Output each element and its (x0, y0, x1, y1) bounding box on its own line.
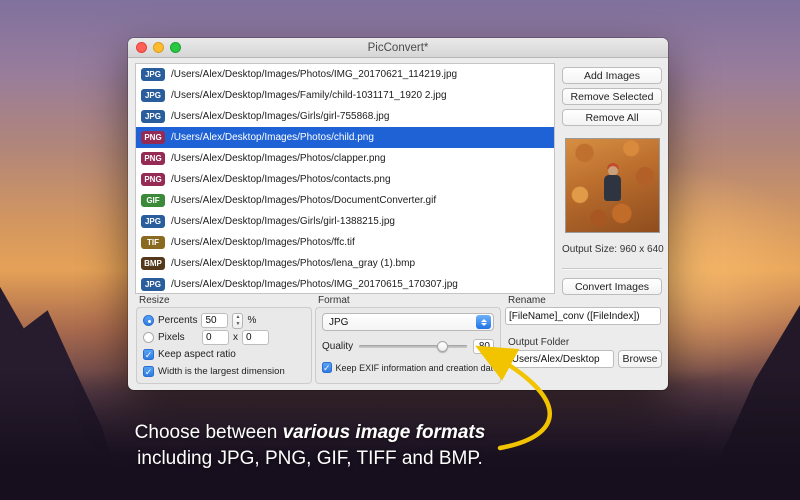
window-title: PicConvert* (367, 41, 429, 54)
width-largest-label: Width is the largest dimension (158, 366, 285, 377)
format-badge: JPG (141, 68, 165, 81)
percents-stepper[interactable]: ▲ ▼ (232, 312, 244, 329)
format-badge: JPG (141, 215, 165, 228)
format-dropdown[interactable]: JPG (322, 313, 494, 331)
dropdown-arrows-icon (476, 315, 491, 329)
keep-exif-checkbox[interactable] (322, 362, 332, 373)
preview-thumbnail (565, 138, 660, 233)
file-row[interactable]: JPG /Users/Alex/Desktop/Images/Family/ch… (136, 85, 554, 106)
width-largest-checkbox[interactable] (143, 366, 154, 377)
file-row[interactable]: PNG /Users/Alex/Desktop/Images/Photos/cl… (136, 148, 554, 169)
format-badge: TIF (141, 236, 165, 249)
file-row[interactable]: PNG /Users/Alex/Desktop/Images/Photos/co… (136, 169, 554, 190)
slider-knob[interactable] (436, 341, 448, 352)
titlebar[interactable]: PicConvert* (128, 38, 668, 58)
file-path: /Users/Alex/Desktop/Images/Photos/lena_g… (171, 258, 415, 269)
pixels-radio[interactable] (143, 332, 154, 343)
right-column-divider (562, 268, 662, 269)
thumbnail-child-body (604, 175, 621, 201)
quality-slider[interactable] (359, 341, 467, 352)
stepper-down-icon[interactable]: ▼ (233, 321, 242, 328)
file-row[interactable]: JPG /Users/Alex/Desktop/Images/Photos/IM… (136, 274, 554, 293)
format-dropdown-value: JPG (329, 316, 349, 328)
file-row[interactable]: TIF /Users/Alex/Desktop/Images/Photos/ff… (136, 232, 554, 253)
traffic-lights (136, 42, 181, 53)
zoom-button[interactable] (170, 42, 181, 53)
file-row[interactable]: GIF /Users/Alex/Desktop/Images/Photos/Do… (136, 190, 554, 211)
caption-text: Choose between various image formats inc… (60, 420, 560, 471)
output-folder-input[interactable] (505, 350, 614, 368)
keep-exif-label: Keep EXIF information and creation date (335, 362, 499, 373)
file-path: /Users/Alex/Desktop/Images/Photos/Docume… (171, 195, 437, 206)
close-button[interactable] (136, 42, 147, 53)
format-badge: JPG (141, 278, 165, 291)
file-path: /Users/Alex/Desktop/Images/Photos/IMG_20… (171, 69, 458, 80)
file-path: /Users/Alex/Desktop/Images/Photos/ffc.ti… (171, 237, 355, 248)
file-row[interactable]: JPG /Users/Alex/Desktop/Images/Girls/gir… (136, 106, 554, 127)
file-path: /Users/Alex/Desktop/Images/Girls/girl-13… (171, 216, 395, 227)
picconvert-window: PicConvert* JPG /Users/Alex/Desktop/Imag… (128, 38, 668, 390)
caption-line1-normal: Choose between (134, 422, 283, 443)
file-row[interactable]: JPG /Users/Alex/Desktop/Images/Photos/IM… (136, 64, 554, 85)
caption-line2: including JPG, PNG, GIF, TIFF and BMP. (137, 447, 483, 469)
stepper-up-icon[interactable]: ▲ (233, 314, 242, 321)
format-badge: JPG (141, 89, 165, 102)
output-folder-label: Output Folder (508, 337, 570, 348)
keep-aspect-label: Keep aspect ratio (158, 349, 236, 360)
rename-input[interactable] (505, 307, 661, 325)
percent-sign-label: % (247, 315, 257, 326)
percents-label: Percents (158, 315, 198, 326)
pixels-width-input[interactable] (202, 330, 229, 345)
file-path: /Users/Alex/Desktop/Images/Family/child-… (171, 90, 447, 101)
format-badge: BMP (141, 257, 165, 270)
quality-input[interactable] (473, 339, 494, 354)
browse-button[interactable]: Browse (618, 350, 662, 368)
add-images-button[interactable]: Add Images (562, 67, 662, 84)
resize-groupbox: Percents ▲▼ % Pixels x Keep aspect ratio… (136, 307, 312, 384)
remove-selected-button[interactable]: Remove Selected (562, 88, 662, 105)
pixels-height-input[interactable] (242, 330, 269, 345)
resize-group-label: Resize (139, 295, 170, 306)
format-group-label: Format (318, 295, 350, 306)
pixels-separator: x (233, 332, 238, 343)
caption-line1-emphasis: various image formats (282, 422, 486, 443)
format-badge: PNG (141, 131, 165, 144)
file-row-selected[interactable]: PNG /Users/Alex/Desktop/Images/Photos/ch… (136, 127, 554, 148)
file-path: /Users/Alex/Desktop/Images/Photos/child.… (171, 132, 374, 143)
format-badge: JPG (141, 110, 165, 123)
percents-input[interactable] (201, 313, 229, 328)
remove-all-button[interactable]: Remove All (562, 109, 662, 126)
file-row[interactable]: BMP /Users/Alex/Desktop/Images/Photos/le… (136, 253, 554, 274)
file-path: /Users/Alex/Desktop/Images/Photos/clappe… (171, 153, 386, 164)
format-groupbox: JPG Quality Keep EXIF information and cr… (315, 307, 501, 384)
file-row[interactable]: JPG /Users/Alex/Desktop/Images/Girls/gir… (136, 211, 554, 232)
file-path: /Users/Alex/Desktop/Images/Girls/girl-75… (171, 111, 390, 122)
file-path: /Users/Alex/Desktop/Images/Photos/contac… (171, 174, 391, 185)
pixels-label: Pixels (158, 332, 185, 343)
quality-label: Quality (322, 341, 354, 352)
format-badge: GIF (141, 194, 165, 207)
keep-aspect-checkbox[interactable] (143, 349, 154, 360)
convert-images-button[interactable]: Convert Images (562, 278, 662, 295)
percents-radio[interactable] (143, 315, 154, 326)
slider-track (359, 345, 467, 348)
rename-group-label: Rename (508, 295, 546, 306)
minimize-button[interactable] (153, 42, 164, 53)
output-size-label: Output Size: 960 x 640 (562, 244, 664, 255)
format-badge: PNG (141, 173, 165, 186)
format-badge: PNG (141, 152, 165, 165)
file-path: /Users/Alex/Desktop/Images/Photos/IMG_20… (171, 279, 458, 290)
file-list[interactable]: JPG /Users/Alex/Desktop/Images/Photos/IM… (135, 63, 555, 294)
